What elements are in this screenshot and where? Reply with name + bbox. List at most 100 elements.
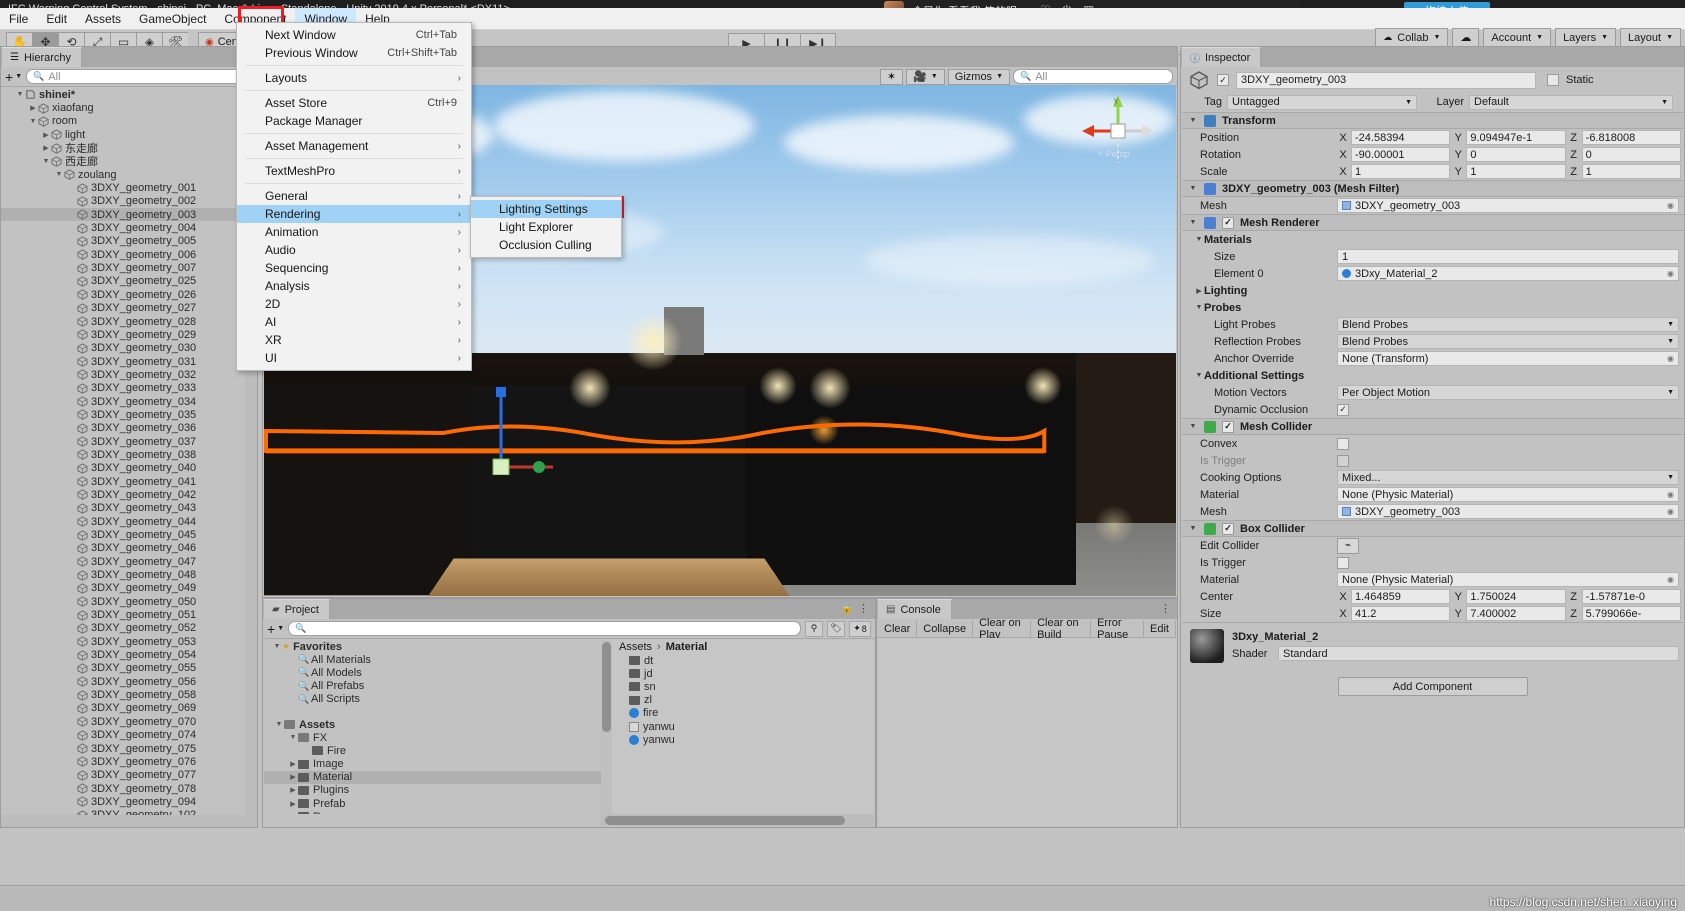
hierarchy-row[interactable]: 3DXY_geometry_052 [1,622,257,635]
disclosure-down-icon[interactable]: ▼ [272,643,282,650]
hierarchy-hscrollbar[interactable] [1,815,257,827]
scene-camera-dropdown[interactable]: 🎥 ▼ [906,68,945,85]
project-tree-item[interactable]: ▼ Assets [264,718,601,731]
project-favorite-item[interactable]: 🔍 All Models [264,666,601,679]
object-field[interactable]: 3DXY_geometry_003 ◉ [1337,198,1679,213]
hierarchy-row[interactable]: 3DXY_geometry_053 [1,635,257,648]
disclosure-down-icon[interactable]: ▼ [1194,372,1204,379]
account-dropdown[interactable]: Account ▼ [1483,28,1552,47]
menu-item-ai[interactable]: AI › [237,313,471,331]
disclosure-down-icon[interactable]: ▼ [1188,525,1198,532]
menu-item-asset-management[interactable]: Asset Management › [237,137,471,155]
project-add-button[interactable]: + ▼ [267,622,284,636]
project-tree[interactable]: ▼ ★ Favorites 🔍 All Materials 🔍 All Models 🔍 All… [264,640,601,814]
hierarchy-row[interactable]: 3DXY_geometry_077 [1,769,257,782]
project-content-item[interactable]: zl [601,694,874,707]
dropdown-field[interactable]: Blend Probes ▼ [1337,334,1679,349]
hierarchy-row[interactable]: 3DXY_geometry_002 [1,195,257,208]
hierarchy-row[interactable]: 3DXY_geometry_028 [1,315,257,328]
hierarchy-row[interactable]: 3DXY_geometry_055 [1,662,257,675]
hierarchy-row[interactable]: 3DXY_geometry_026 [1,288,257,301]
object-field[interactable]: None (Physic Material) ◉ [1337,572,1679,587]
hierarchy-row[interactable]: ▼ shinei* [1,88,257,101]
project-tree-item[interactable]: ▶ Image [264,758,601,771]
hierarchy-row[interactable]: ▼ room [1,115,257,128]
project-tree-item[interactable]: ▶ Prefab [264,797,601,810]
vector3-x-input[interactable]: 1 [1351,164,1451,179]
vector3-z-input[interactable]: -1.57871e-0 [1581,589,1681,604]
hierarchy-row[interactable]: 3DXY_geometry_007 [1,261,257,274]
disclosure-right-icon[interactable]: ▶ [1194,287,1204,295]
project-hscroll-thumb[interactable] [605,816,845,825]
hierarchy-row[interactable]: 3DXY_geometry_003 [1,208,257,222]
layout-dropdown[interactable]: Layout ▼ [1620,28,1681,47]
hierarchy-row[interactable]: 3DXY_geometry_043 [1,502,257,515]
breadcrumb-item[interactable]: Material [666,641,708,653]
hierarchy-row[interactable]: 3DXY_geometry_032 [1,368,257,381]
object-field[interactable]: 3Dxy_Material_2 ◉ [1337,266,1679,281]
hierarchy-row[interactable]: 3DXY_geometry_040 [1,462,257,475]
menu-item-ui[interactable]: UI › [237,349,471,367]
disclosure-down-icon[interactable]: ▼ [1188,185,1198,192]
menu-item-general[interactable]: General › [237,187,471,205]
hierarchy-row[interactable]: ▼ 西走廊 [1,155,257,168]
lock-icon[interactable]: 🔒 [841,603,853,614]
hierarchy-row[interactable]: 3DXY_geometry_036 [1,422,257,435]
component-header[interactable]: ▼ ✓ Box Collider [1182,520,1683,537]
edit-collider-icon[interactable]: ⌁ [1337,537,1359,554]
hierarchy-row[interactable]: 3DXY_geometry_076 [1,755,257,768]
window-menu-dropdown[interactable]: Next Window Ctrl+Tab Previous Window Ctrl+S… [236,22,472,371]
hierarchy-row[interactable]: ▶ xiaofang [1,101,257,114]
project-filter-label-icon[interactable]: 🏷 [827,620,845,637]
inspector-checkbox[interactable] [1337,437,1349,450]
component-enabled-checkbox[interactable]: ✓ [1222,216,1234,229]
menu-item-rendering[interactable]: Rendering › [237,205,471,223]
component-header[interactable]: ▼ ✓ Mesh Collider [1182,418,1683,435]
object-field[interactable]: None (Physic Material) ◉ [1337,487,1679,502]
hierarchy-row[interactable]: 3DXY_geometry_027 [1,302,257,315]
project-content-item[interactable]: yanwu [601,733,874,746]
hierarchy-row[interactable]: ▶ light [1,128,257,141]
project-contents[interactable]: Assets › Material dt jd sn zl fire yanwu yanwu [601,640,874,814]
project-search-input[interactable]: 🔍 [288,621,801,636]
project-favorites-header[interactable]: ▼ ★ Favorites [264,640,601,653]
submenu-item-light-explorer[interactable]: Light Explorer [471,218,621,236]
console-edit-button[interactable]: Edit [1144,620,1176,637]
tag-dropdown[interactable]: Untagged ▼ [1227,94,1417,110]
disclosure-down-icon[interactable]: ▼ [1194,304,1204,311]
menu-edit[interactable]: Edit [37,8,76,30]
project-favorite-item[interactable]: 🔍 All Prefabs [264,680,601,693]
inspector-checkbox[interactable] [1337,454,1349,467]
tab-hierarchy[interactable]: ☰ Hierarchy [1,47,83,67]
dropdown-field[interactable]: Per Object Motion ▼ [1337,385,1679,400]
project-favorite-item[interactable]: 🔍 All Scripts [264,693,601,706]
add-component-button[interactable]: Add Component [1337,677,1528,696]
console-clear-on-play-button[interactable]: Clear on Play [973,617,1032,641]
gizmos-dropdown[interactable]: Gizmos ▼ [947,68,1010,85]
disclosure-right-icon[interactable]: ▶ [41,131,51,139]
hierarchy-row[interactable]: 3DXY_geometry_078 [1,782,257,795]
component-header[interactable]: ▼ ✓ Mesh Renderer [1182,214,1683,231]
console-clear-button[interactable]: Clear [878,620,918,637]
project-vscrollbar[interactable] [601,640,612,814]
project-tree-item[interactable]: ▶ Resources [264,810,601,814]
disclosure-down-icon[interactable]: ▼ [15,91,25,98]
project-content-item[interactable]: sn [601,680,874,693]
disclosure-right-icon[interactable]: ▶ [288,760,298,768]
hierarchy-row[interactable]: 3DXY_geometry_029 [1,328,257,341]
layer-dropdown[interactable]: Default ▼ [1469,94,1673,110]
hierarchy-row[interactable]: 3DXY_geometry_004 [1,221,257,234]
hierarchy-row[interactable]: 3DXY_geometry_005 [1,235,257,248]
hierarchy-row[interactable]: 3DXY_geometry_048 [1,568,257,581]
scene-search-input[interactable]: 🔍 All [1013,69,1173,84]
static-checkbox[interactable] [1547,74,1559,86]
disclosure-down-icon[interactable]: ▼ [41,158,51,165]
hierarchy-row[interactable]: 3DXY_geometry_041 [1,475,257,488]
project-tree-item[interactable]: ▶ Material [264,770,601,784]
shader-dropdown[interactable]: Standard [1278,646,1679,661]
menu-item-package-manager[interactable]: Package Manager [237,112,471,130]
menu-item-animation[interactable]: Animation › [237,223,471,241]
hierarchy-row[interactable]: 3DXY_geometry_069 [1,702,257,715]
hierarchy-row[interactable]: 3DXY_geometry_042 [1,488,257,501]
hierarchy-row[interactable]: 3DXY_geometry_074 [1,729,257,742]
